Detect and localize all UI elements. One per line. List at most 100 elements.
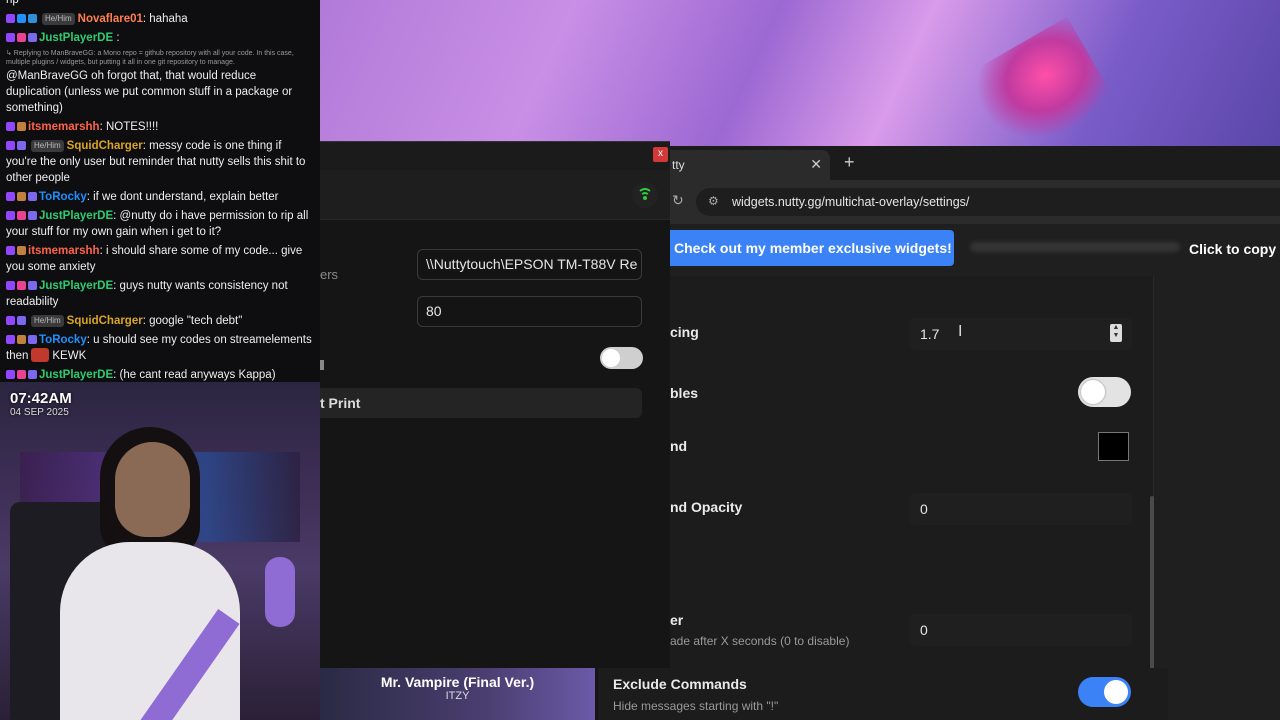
print-option-toggle[interactable] — [600, 347, 643, 369]
chat-text: : if we dont understand, explain better — [86, 191, 279, 203]
chat-badge-icon — [17, 281, 26, 290]
clock-date: 04 SEP 2025 — [10, 407, 69, 418]
chat-username[interactable]: ToRocky — [39, 191, 87, 203]
chat-badge-icon — [17, 33, 26, 42]
chat-panel: rip He/Him Novaflare01: hahaha JustPlayerDE… — [0, 0, 320, 382]
background-opacity-label: nd Opacity — [670, 499, 743, 515]
chat-badge-icon — [28, 33, 37, 42]
url-text: widgets.nutty.gg/multichat-overlay/setti… — [732, 195, 970, 209]
chat-username[interactable]: itsmemarshh — [28, 121, 100, 133]
pronoun-badge: He/Him — [31, 140, 64, 152]
song-artist: ITZY — [445, 690, 470, 702]
tab-settings[interactable]: tty ✕ — [670, 150, 830, 180]
chat-badge-icon — [17, 192, 26, 201]
background-opacity-input[interactable]: 0 — [910, 493, 1132, 525]
tab-bar: tty ✕ + — [670, 146, 1280, 180]
screen: rip He/Him Novaflare01: hahaha JustPlayerDE… — [0, 0, 1280, 720]
background-label: nd — [670, 438, 688, 454]
chat-username[interactable]: ToRocky — [39, 334, 87, 346]
microphone — [265, 557, 295, 627]
clock-time: 07:42AM — [10, 390, 72, 407]
chat-badge-icon — [28, 192, 37, 201]
chat-username[interactable]: JustPlayerDE — [39, 210, 113, 222]
site-settings-icon[interactable]: ⚙ — [708, 194, 719, 208]
chat-badge-icon — [17, 316, 26, 325]
chat-text: rip — [6, 0, 19, 6]
chat-text: : NOTES!!!! — [99, 121, 159, 133]
chat-username[interactable]: SquidCharger — [67, 315, 143, 327]
chat-message: JustPlayerDE: (he cant read anyways Kapp… — [6, 367, 314, 382]
chat-badge-icon — [6, 122, 15, 131]
close-button[interactable]: x — [653, 147, 668, 162]
paper-width-field[interactable]: 80 — [417, 296, 642, 327]
app-header — [320, 170, 670, 220]
exclude-commands-row: Exclude Commands Hide messages starting … — [598, 668, 1168, 720]
test-print-button[interactable]: t Print — [320, 388, 642, 418]
wallpaper-art — [963, 16, 1117, 164]
wifi-icon — [632, 182, 658, 208]
chat-badge-icon — [6, 370, 15, 379]
reload-icon[interactable]: ↻ — [672, 192, 684, 209]
chat-message: He/Him SquidCharger: google "tech debt" — [6, 313, 314, 329]
chat-username[interactable]: itsmemarshh — [28, 245, 100, 257]
chat-text: : (he cant read anyways Kappa) — [113, 369, 276, 381]
url-input[interactable]: ⚙ widgets.nutty.gg/multichat-overlay/set… — [696, 188, 1280, 216]
printers-label: ers — [320, 267, 339, 282]
chat-text: : hahaha — [142, 13, 188, 25]
chat-message: JustPlayerDE : — [6, 30, 314, 46]
bubbles-toggle[interactable] — [1078, 377, 1131, 407]
chat-message: ↳ Replying to ManBraveGG: a Mono repo = … — [6, 49, 314, 116]
fade-label: er — [670, 612, 684, 628]
settings-panel: cing 1.7 ▲ ▼ bles nd nd Opacity 0 er ade … — [670, 276, 1154, 720]
new-tab-button[interactable]: + — [844, 152, 855, 173]
member-widgets-button[interactable]: Check out my member exclusive widgets! — [670, 230, 954, 266]
browser-window: tty ✕ + ↻ ⚙ widgets.nutty.gg/multichat-o… — [670, 146, 1280, 720]
fade-description: ade after X seconds (0 to disable) — [670, 634, 850, 648]
desktop-wallpaper — [320, 0, 1280, 164]
tab-title: tty — [672, 158, 685, 172]
now-playing-widget: Mr. Vampire (Final Ver.) ITZY — [320, 668, 595, 720]
emote-icon — [31, 348, 50, 362]
chat-badge-icon — [28, 370, 37, 379]
chat-message: itsmemarshh: NOTES!!!! — [6, 119, 314, 135]
background-color-swatch[interactable] — [1098, 432, 1129, 461]
window-titlebar: x — [320, 142, 670, 170]
number-spinner-icon[interactable]: ▲ ▼ — [1110, 324, 1122, 342]
exclude-commands-toggle[interactable] — [1078, 677, 1131, 707]
chat-badge-icon — [17, 370, 26, 379]
chat-username[interactable]: SquidCharger — [67, 140, 143, 152]
bubbles-label: bles — [670, 385, 699, 401]
song-title: Mr. Vampire (Final Ver.) — [380, 674, 535, 690]
chat-message: ToRocky: if we dont understand, explain … — [6, 189, 314, 205]
chat-badge-icon — [6, 246, 15, 255]
chat-badge-icon — [17, 141, 26, 150]
chat-badge-icon — [17, 14, 26, 23]
blurred-url — [970, 242, 1180, 252]
chat-badge-icon — [17, 211, 26, 220]
printer-app-window: x ers \\Nuttytouch\EPSON TM-T88V Re 80 t… — [320, 141, 670, 720]
copy-url-button[interactable]: Click to copy U — [1189, 241, 1280, 257]
chat-text: : — [113, 32, 120, 44]
chat-badge-icon — [6, 316, 15, 325]
line-spacing-input[interactable]: 1.7 — [910, 318, 1132, 350]
fade-input[interactable]: 0 — [910, 614, 1132, 646]
chat-trailing-text: KEWK — [52, 350, 87, 362]
printer-name-field[interactable]: \\Nuttytouch\EPSON TM-T88V Re — [417, 249, 642, 280]
exclude-commands-description: Hide messages starting with "!" — [613, 699, 779, 713]
chat-text: @ManBraveGG oh forgot that, that would r… — [6, 70, 293, 114]
chat-message: He/Him SquidCharger: messy code is one th… — [6, 138, 314, 186]
text-cursor-icon: I — [958, 323, 963, 340]
chat-badge-icon — [28, 281, 37, 290]
chat-badge-icon — [17, 246, 26, 255]
pronoun-badge: He/Him — [31, 315, 64, 327]
close-tab-icon[interactable]: ✕ — [810, 156, 822, 173]
chat-username[interactable]: JustPlayerDE — [39, 369, 113, 381]
chat-badge-icon — [6, 14, 15, 23]
chat-badge-icon — [6, 211, 15, 220]
chat-username[interactable]: JustPlayerDE — [39, 280, 113, 292]
chat-message: ToRocky: u should see my codes on stream… — [6, 332, 314, 364]
chat-message: He/Him Novaflare01: hahaha — [6, 11, 314, 27]
chat-username[interactable]: JustPlayerDE — [39, 32, 113, 44]
chat-badge-icon — [28, 14, 37, 23]
chat-username[interactable]: Novaflare01 — [78, 13, 143, 25]
